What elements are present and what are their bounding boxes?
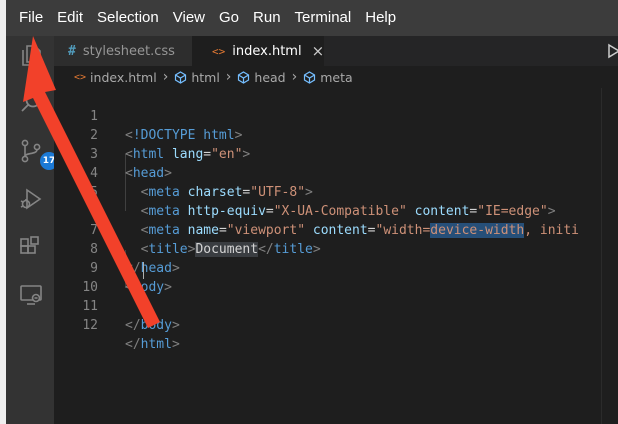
code-text: </body> <box>125 318 180 333</box>
html-file-icon: <> <box>212 44 226 58</box>
code-line: 10 <box>54 259 618 295</box>
code-line: 2 <html lang="en"> <box>54 107 618 162</box>
menu-edit[interactable]: Edit <box>51 0 89 36</box>
activity-bar: 17 <box>6 36 58 424</box>
menu-terminal[interactable]: Terminal <box>289 0 358 36</box>
code-line: 1 <!DOCTYPE html> <box>54 88 618 143</box>
breadcrumb-item-html[interactable]: html <box>174 70 220 85</box>
code-line: 8 </head> <box>54 221 618 276</box>
breadcrumb-separator: › <box>291 69 298 85</box>
code-line: 11 </body> <box>54 278 618 333</box>
code-line: 9 <body> <box>54 240 618 295</box>
menu-bar: File Edit Selection View Go Run Terminal… <box>6 0 618 36</box>
search-icon[interactable] <box>18 90 44 116</box>
code-line: 6 <meta name="viewport" content="width=d… <box>54 183 618 238</box>
breadcrumb-item-file[interactable]: <> index.html <box>74 70 157 85</box>
code-text: </html> <box>125 337 180 352</box>
code-editor[interactable]: 1 <!DOCTYPE html> 2 <html lang="en"> 3 <… <box>54 88 618 424</box>
run-debug-icon[interactable] <box>18 186 44 212</box>
code-line: 3 <head> <box>54 126 618 181</box>
breadcrumb-item-head[interactable]: head <box>237 70 286 85</box>
text-cursor <box>143 262 144 279</box>
symbol-element-icon <box>303 70 316 84</box>
menu-run[interactable]: Run <box>247 0 287 36</box>
menu-selection[interactable]: Selection <box>91 0 165 36</box>
tab-stylesheet-css[interactable]: # stylesheet.css <box>54 36 192 66</box>
symbol-element-icon <box>237 70 250 84</box>
remote-explorer-icon[interactable] <box>18 282 44 308</box>
breadcrumb-item-meta[interactable]: meta <box>303 70 353 85</box>
menu-help[interactable]: Help <box>359 0 402 36</box>
close-tab-icon[interactable]: × <box>312 42 325 60</box>
html-file-icon: <> <box>74 71 87 83</box>
breadcrumb-separator: › <box>225 69 232 85</box>
css-file-icon: # <box>68 43 76 59</box>
menu-file[interactable]: File <box>13 0 49 36</box>
tab-label: index.html <box>232 43 302 59</box>
breadcrumb: <> index.html › html › head › meta <box>54 66 618 88</box>
source-control-icon[interactable]: 17 <box>18 138 58 170</box>
code-line: 5 <meta http-equiv="X-UA-Compatible" con… <box>54 164 618 219</box>
line-number: 12 <box>82 318 98 333</box>
code-line: 12 </html> <box>54 297 618 352</box>
code-line: 7 <title>Document</title> <box>54 202 618 257</box>
extensions-icon[interactable] <box>18 234 44 260</box>
code-line: 4 <meta charset="UTF-8"> <box>54 145 618 200</box>
symbol-element-icon <box>174 70 187 84</box>
menu-go[interactable]: Go <box>213 0 245 36</box>
menu-view[interactable]: View <box>167 0 211 36</box>
breadcrumb-separator: › <box>162 69 169 85</box>
tab-bar: # stylesheet.css <> index.html × <box>54 36 618 66</box>
run-file-icon[interactable] <box>607 40 618 62</box>
tab-index-html[interactable]: <> index.html × <box>192 36 324 66</box>
vertical-scrollbar[interactable] <box>602 88 618 424</box>
explorer-icon[interactable] <box>18 42 44 68</box>
tab-label: stylesheet.css <box>82 43 175 59</box>
